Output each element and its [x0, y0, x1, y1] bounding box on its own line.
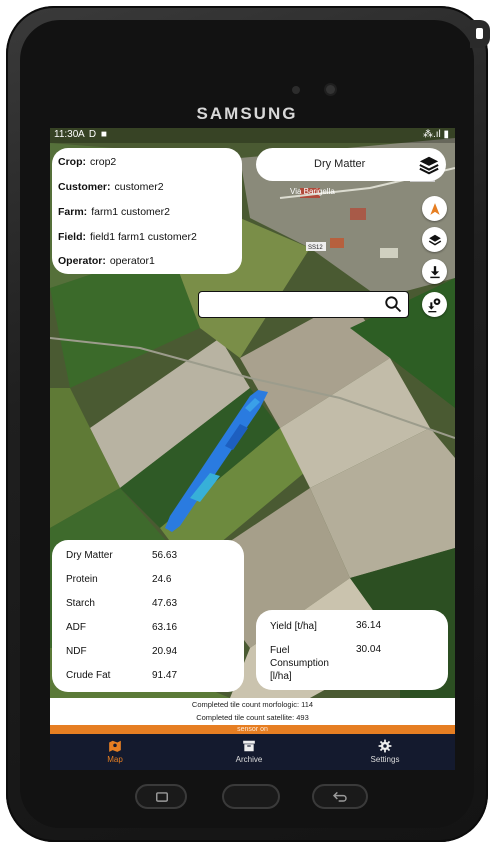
nav-archive-label: Archive	[235, 755, 263, 764]
fuel-consumption-value: 30.04	[356, 644, 382, 655]
front-camera	[326, 85, 335, 94]
navigation-button[interactable]	[422, 196, 447, 221]
recent-apps-icon	[156, 792, 168, 802]
metric-label: Dry Matter	[66, 550, 113, 561]
back-button[interactable]	[312, 784, 368, 809]
nav-settings[interactable]: Settings	[340, 737, 430, 764]
search-input[interactable]	[203, 295, 377, 315]
sensor-status-bar: sensor on	[50, 725, 455, 734]
archive-icon	[243, 740, 255, 752]
yield-label: Yield [t/ha]	[270, 621, 317, 632]
fuel-consumption-label: Fuel Consumption [l/ha]	[270, 645, 329, 682]
back-icon	[332, 791, 347, 802]
download-button[interactable]	[422, 259, 447, 284]
metric-label: Protein	[66, 574, 98, 585]
navigation-arrow-icon	[429, 202, 440, 215]
layer-selector-label: Dry Matter	[314, 158, 366, 170]
metric-value: 63.16	[152, 622, 178, 633]
road-code-label: SS12	[308, 245, 323, 251]
quality-metrics-card: Dry Matter 56.63 Protein 24.6 Starch 47.…	[52, 540, 244, 692]
status-bar: 11:30 A D ■ ⁂.ıl ▮	[50, 128, 455, 143]
layer-selector[interactable]: Dry Matter	[256, 148, 446, 181]
tile-count-bar: Completed tile count morfologic: 114 Com…	[50, 698, 455, 725]
metric-value: 20.94	[152, 646, 178, 657]
crop-value: crop2	[90, 156, 117, 168]
download-location-icon	[427, 297, 440, 312]
app-screen: Via Barigella SS12 11:30 A D ■ ⁂.ıl ▮ Cr…	[50, 128, 455, 770]
layers-icon[interactable]	[418, 154, 440, 176]
bottom-navigation: Map Archive Settings	[50, 734, 455, 770]
light-sensor	[292, 86, 300, 94]
gear-icon	[378, 739, 392, 753]
customer-value: customer2	[114, 181, 164, 193]
operator-row: Operator: operator1	[58, 255, 155, 267]
field-info-card: Crop: crop2 Customer: customer2 Farm: farm1…	[52, 148, 242, 274]
layers-button[interactable]	[422, 227, 447, 252]
metric-label: Starch	[66, 598, 95, 609]
download-location-button[interactable]	[422, 292, 447, 317]
farm-value: farm1 customer2	[91, 206, 170, 218]
home-button[interactable]	[222, 784, 280, 809]
metric-value: 24.6	[152, 574, 172, 585]
metric-label: Crude Fat	[66, 670, 111, 681]
customer-row: Customer: customer2	[58, 181, 164, 193]
yield-value: 36.14	[356, 620, 382, 631]
metric-label: NDF	[66, 646, 87, 657]
tile-count-satellite: Completed tile count satellite: 493	[196, 713, 309, 722]
metric-value: 47.63	[152, 598, 178, 609]
map-road-label: Via Barigella	[290, 187, 335, 196]
operator-value: operator1	[109, 255, 155, 267]
download-icon	[429, 265, 440, 278]
status-time: 11:30	[54, 129, 79, 140]
nav-archive[interactable]: Archive	[204, 737, 294, 764]
status-notification-icons: A D ■	[78, 129, 108, 140]
metric-value: 91.47	[152, 670, 178, 681]
nav-map[interactable]: Map	[70, 737, 160, 764]
metric-value: 56.63	[152, 550, 178, 561]
brand-logo: SAMSUNG	[196, 104, 298, 123]
farm-row: Farm: farm1 customer2	[58, 206, 170, 218]
layers-icon	[428, 234, 441, 246]
search-icon[interactable]	[384, 295, 402, 313]
nav-settings-label: Settings	[370, 755, 400, 764]
field-row: Field: field1 farm1 customer2	[58, 231, 197, 243]
tile-count-morfologic: Completed tile count morfologic: 114	[191, 700, 314, 709]
tablet-side-clip	[470, 20, 490, 48]
crop-row: Crop: crop2	[58, 156, 117, 168]
search-bar	[198, 291, 409, 318]
recent-apps-button[interactable]	[135, 784, 187, 809]
nav-map-label: Map	[107, 755, 123, 764]
status-signal-battery-icons: ⁂.ıl ▮	[422, 129, 449, 140]
metric-label: ADF	[66, 622, 86, 633]
yield-card: Yield [t/ha] 36.14 Fuel Consumption [l/h…	[256, 610, 448, 690]
map-icon	[109, 740, 121, 752]
field-value: field1 farm1 customer2	[90, 231, 197, 243]
